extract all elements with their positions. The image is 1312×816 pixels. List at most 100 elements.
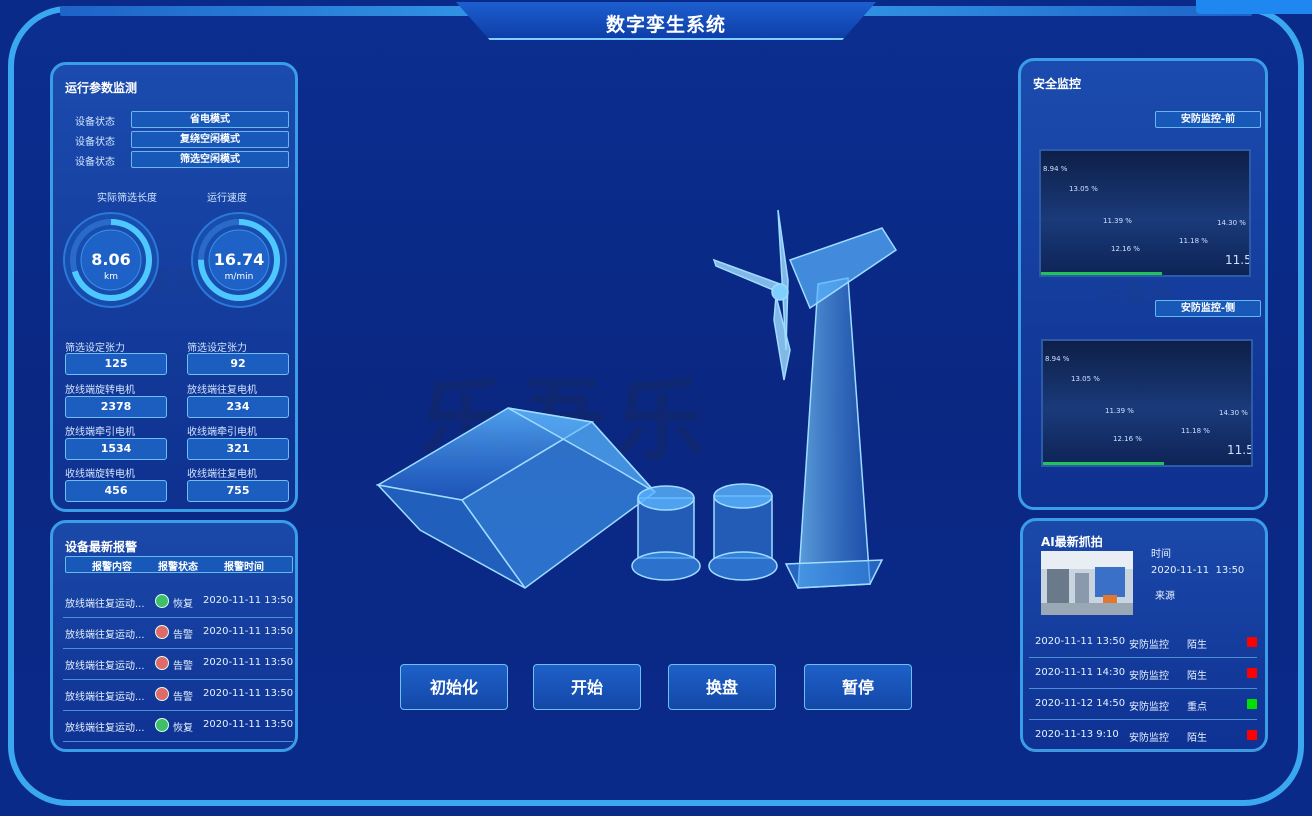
ai-row-type: 安防监控 <box>1129 640 1169 651</box>
status-label: 设备状态 <box>75 117 115 128</box>
param-value: 125 <box>65 353 167 375</box>
ai-row-time: 2020-11-11 14:30 <box>1035 667 1126 678</box>
gauge-label-speed: 运行速度 <box>207 193 247 204</box>
ai-source-label: 来源 <box>1155 591 1175 602</box>
param-value: 321 <box>187 438 289 460</box>
camera-side-tab[interactable]: 安防监控-侧 <box>1155 300 1261 317</box>
param-label: 收线端旋转电机 <box>65 469 135 480</box>
cam-overlay-label: 11.18 % <box>1179 237 1208 245</box>
status-value: 省电模式 <box>131 111 289 128</box>
status-value: 复绕空闲模式 <box>131 131 289 148</box>
params-panel: 运行参数监测 设备状态 省电模式 设备状态 复绕空闲模式 设备状态 筛选空闲模式… <box>50 62 298 512</box>
ai-capture-panel: AI最新抓拍 时间 2020-11-11 13:50 来源 2020-11-11… <box>1020 518 1268 752</box>
alarm-status: 告警 <box>173 661 193 672</box>
alarm-row[interactable]: 放线端往复运动... 告警 2020-11-11 13:50 <box>63 649 293 680</box>
status-label: 设备状态 <box>75 157 115 168</box>
param-value: 92 <box>187 353 289 375</box>
param-value: 234 <box>187 396 289 418</box>
cam-overlay-label: 13.05 % <box>1071 375 1100 383</box>
security-panel: 安全监控 安防监控-前 8.94 % 13.05 % 11.39 % 14.30… <box>1018 58 1268 510</box>
alarm-time: 2020-11-11 13:50 <box>203 688 294 699</box>
alarm-time: 2020-11-11 13:50 <box>203 719 294 730</box>
alarm-status-dot <box>155 594 169 608</box>
cam-overlay-label: 11.39 % <box>1105 407 1134 415</box>
cam-overlay-label: 11.53 <box>1225 253 1251 267</box>
alarm-time: 2020-11-11 13:50 <box>203 595 294 606</box>
alarm-status-dot <box>155 718 169 732</box>
alarm-time: 2020-11-11 13:50 <box>203 657 294 668</box>
ai-capture-row[interactable]: 2020-11-11 14:30 安防监控 陌生 <box>1029 658 1257 689</box>
ai-row-time: 2020-11-13 9:10 <box>1035 729 1119 740</box>
alarm-content: 放线端往复运动... <box>65 599 145 610</box>
alarm-content: 放线端往复运动... <box>65 723 145 734</box>
ai-capture-row[interactable]: 2020-11-11 13:50 安防监控 陌生 <box>1029 627 1257 658</box>
ai-capture-row[interactable]: 2020-11-12 14:50 安防监控 重点 <box>1029 689 1257 720</box>
alarm-panel: 设备最新报警 报警内容 报警状态 报警时间 放线端往复运动... 恢复 2020-1… <box>50 520 298 752</box>
gauge-value-speed: 16.74 <box>213 250 265 269</box>
alarm-row[interactable]: 放线端往复运动... 告警 2020-11-11 13:50 <box>63 680 293 711</box>
param-value: 2378 <box>65 396 167 418</box>
params-panel-title: 运行参数监测 <box>65 81 138 95</box>
digital-twin-scene <box>375 209 898 590</box>
ai-time-value: 2020-11-11 13:50 <box>1151 565 1245 576</box>
alarm-status: 恢复 <box>173 723 193 734</box>
building-model <box>375 407 657 590</box>
cam-overlay-label: 8.94 % <box>1045 355 1070 363</box>
alarm-row[interactable]: 放线端往复运动... 告警 2020-11-11 13:50 <box>63 618 293 649</box>
cam-overlay-label: 11.53 <box>1227 443 1253 457</box>
camera-front-feed[interactable]: 8.94 % 13.05 % 11.39 % 14.30 % 11.18 % 1… <box>1039 149 1251 277</box>
tank-model-1 <box>631 485 701 581</box>
alarm-time: 2020-11-11 13:50 <box>203 626 294 637</box>
alarm-status-dot <box>155 687 169 701</box>
param-value: 1534 <box>65 438 167 460</box>
alarm-content: 放线端往复运动... <box>65 692 145 703</box>
camera-side-feed[interactable]: 8.94 % 13.05 % 11.39 % 14.30 % 11.18 % 1… <box>1041 339 1253 467</box>
init-button[interactable]: 初始化 <box>400 664 508 710</box>
cam-overlay-label: 12.16 % <box>1111 245 1140 253</box>
pause-button[interactable]: 暂停 <box>804 664 912 710</box>
alarm-header-content: 报警内容 <box>92 562 132 573</box>
ai-row-tag: 陌生 <box>1187 640 1207 651</box>
ai-row-time: 2020-11-11 13:50 <box>1035 636 1126 647</box>
param-label: 收线端往复电机 <box>187 469 257 480</box>
alarm-table-header: 报警内容 报警状态 报警时间 <box>65 556 293 573</box>
cam-overlay-label: 11.18 % <box>1181 427 1210 435</box>
ai-time-label: 时间 <box>1151 549 1171 560</box>
cam-overlay-label: 11.39 % <box>1103 217 1132 225</box>
ai-snapshot-image[interactable] <box>1041 551 1133 615</box>
ai-row-type: 安防监控 <box>1129 702 1169 713</box>
param-label: 放线端往复电机 <box>187 385 257 396</box>
gauge-unit-speed: m/min <box>224 272 254 282</box>
alarm-header-status: 报警状态 <box>158 562 198 573</box>
cam-overlay-label: 12.16 % <box>1113 435 1142 443</box>
tank-model-2 <box>708 483 778 581</box>
ai-row-status-square <box>1247 668 1257 678</box>
cam-overlay-label: 8.94 % <box>1043 165 1068 173</box>
ai-row-type: 安防监控 <box>1129 733 1169 744</box>
camera-front-tab[interactable]: 安防监控-前 <box>1155 111 1261 128</box>
corner-tag <box>1196 0 1312 14</box>
alarm-status: 告警 <box>173 630 193 641</box>
param-label: 放线端牵引电机 <box>65 427 135 438</box>
ai-row-type: 安防监控 <box>1129 671 1169 682</box>
ai-panel-title: AI最新抓拍 <box>1041 535 1103 549</box>
alarm-status: 告警 <box>173 692 193 703</box>
alarm-row[interactable]: 放线端往复运动... 恢复 2020-11-11 13:50 <box>63 711 293 742</box>
ai-row-tag: 重点 <box>1187 702 1207 713</box>
ai-capture-row[interactable]: 2020-11-13 9:10 安防监控 陌生 <box>1029 720 1257 751</box>
start-button[interactable]: 开始 <box>533 664 641 710</box>
ai-row-status-square <box>1247 699 1257 709</box>
status-value: 筛选空闲模式 <box>131 151 289 168</box>
alarm-row[interactable]: 放线端往复运动... 恢复 2020-11-11 13:50 <box>63 587 293 618</box>
cam-overlay-label: 14.30 % <box>1219 409 1248 417</box>
ai-row-status-square <box>1247 637 1257 647</box>
param-label: 筛选设定张力 <box>187 343 247 354</box>
ai-row-tag: 陌生 <box>1187 733 1207 744</box>
cam-overlay-label: 13.05 % <box>1069 185 1098 193</box>
status-label: 设备状态 <box>75 137 115 148</box>
alarm-header-time: 报警时间 <box>224 562 264 573</box>
param-label: 放线端旋转电机 <box>65 385 135 396</box>
change-reel-button[interactable]: 换盘 <box>668 664 776 710</box>
ai-row-time: 2020-11-12 14:50 <box>1035 698 1126 709</box>
security-panel-title: 安全监控 <box>1033 77 1082 91</box>
